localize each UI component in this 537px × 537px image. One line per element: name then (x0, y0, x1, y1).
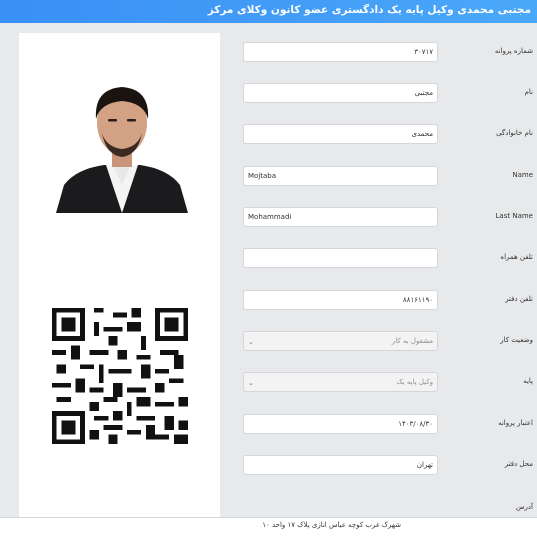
last-name-row: محمدی نام خانوادگی (243, 124, 537, 146)
address-label: آدرس (516, 503, 533, 511)
last-name-field[interactable]: محمدی (243, 124, 438, 144)
grade-label: پایه (523, 377, 533, 385)
page-title: مجتبی محمدی وکیل پایه یک دادگستری عضو کا… (0, 0, 537, 23)
license-validity-label: اعتبار پروانه (498, 419, 533, 427)
grade-row: ⌄ وکیل پایه یک پایه (243, 372, 537, 394)
grade-value: وکیل پایه یک (396, 378, 433, 386)
english-last-name-label: Last Name (495, 212, 533, 220)
work-status-label: وضعیت کار (500, 336, 533, 344)
qr-code-icon (52, 308, 188, 444)
english-last-name-field[interactable]: Mohammadi (243, 207, 438, 227)
english-name-row: Mojtaba Name (243, 166, 537, 188)
address-field[interactable]: شهرک غرب کوچه عباس انازی پلاک ۱۷ واحد ۱۰ (0, 517, 537, 537)
license-validity-row: ۱۴۰۳/۰۸/۳۰ اعتبار پروانه (243, 414, 537, 436)
work-status-row: ⌄ مشغول به کار وضعیت کار (243, 331, 537, 353)
english-name-label: Name (512, 171, 533, 179)
first-name-row: مجتبی نام (243, 83, 537, 105)
license-number-label: شماره پروانه (494, 47, 533, 55)
last-name-label: نام خانوادگی (496, 129, 533, 137)
first-name-field[interactable]: مجتبی (243, 83, 438, 103)
chevron-down-icon: ⌄ (248, 338, 254, 346)
english-last-name-row: Mohammadi Last Name (243, 207, 537, 229)
work-status-select[interactable]: ⌄ مشغول به کار (243, 331, 438, 351)
profile-card (19, 33, 220, 519)
office-phone-label: تلفن دفتر (505, 295, 533, 303)
work-status-value: مشغول به کار (391, 337, 433, 345)
office-phone-row: ۸۸۱۶۱۱۹۰ تلفن دفتر (243, 290, 537, 312)
first-name-label: نام (524, 88, 533, 96)
office-location-field[interactable]: تهران (243, 455, 438, 475)
lawyer-photo (56, 87, 188, 213)
mobile-phone-row: تلفن همراه (243, 248, 537, 270)
english-name-field[interactable]: Mojtaba (243, 166, 438, 186)
mobile-phone-field[interactable] (243, 248, 438, 268)
office-location-label: محل دفتر (504, 460, 533, 468)
license-validity-field[interactable]: ۱۴۰۳/۰۸/۳۰ (243, 414, 438, 434)
grade-select[interactable]: ⌄ وکیل پایه یک (243, 372, 438, 392)
office-phone-field[interactable]: ۸۸۱۶۱۱۹۰ (243, 290, 438, 310)
chevron-down-icon: ⌄ (248, 379, 254, 387)
license-number-field[interactable]: ۳۰۷۱۷ (243, 42, 438, 62)
office-location-row: تهران محل دفتر (243, 455, 537, 477)
mobile-phone-label: تلفن همراه (500, 253, 533, 261)
license-number-row: ۳۰۷۱۷ شماره پروانه (243, 42, 537, 64)
